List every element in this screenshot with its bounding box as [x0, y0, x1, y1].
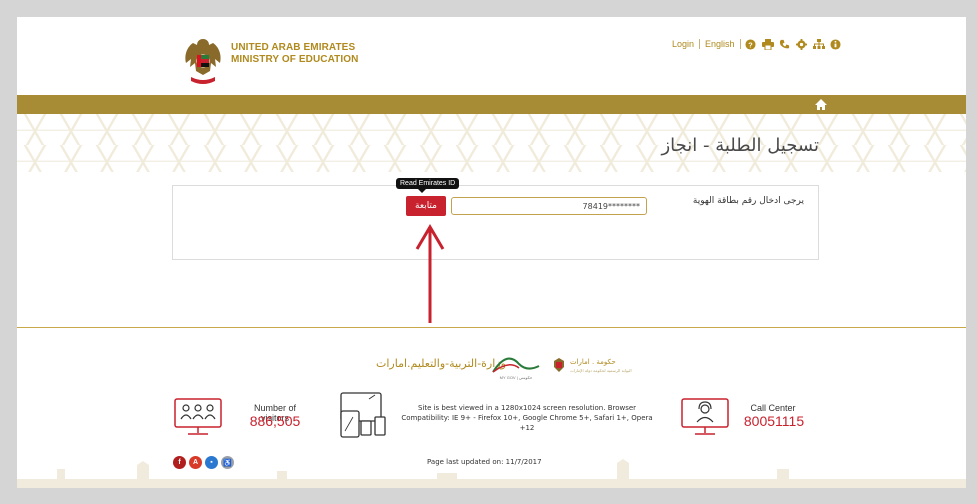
- continue-button[interactable]: متابعة: [406, 196, 446, 216]
- print-icon[interactable]: [761, 37, 775, 51]
- annotation-arrow: [415, 224, 445, 323]
- page-title: تسجيل الطلبة - انجاز: [661, 135, 819, 156]
- emirates-id-input[interactable]: [451, 197, 647, 215]
- call-center-icon: [681, 398, 729, 435]
- gov-emblem-icon: [554, 358, 564, 372]
- info-icon[interactable]: [829, 37, 843, 51]
- settings-icon[interactable]: [795, 37, 809, 51]
- brand-name: UNITED ARAB EMIRATES MINISTRY OF EDUCATI…: [231, 42, 358, 66]
- emirates-id-label: يرجى ادخال رقم بطاقة الهوية: [692, 196, 804, 206]
- page: UNITED ARAB EMIRATES MINISTRY OF EDUCATI…: [17, 17, 966, 488]
- brand-line-1: UNITED ARAB EMIRATES: [231, 42, 356, 53]
- home-icon[interactable]: [814, 98, 828, 111]
- read-emirates-id-tooltip: Read Emirates ID: [396, 178, 460, 193]
- language-link[interactable]: English: [700, 39, 741, 49]
- footer-divider: [17, 327, 966, 328]
- brand-line-2: MINISTRY OF EDUCATION: [231, 54, 359, 65]
- skyline-decoration: [17, 459, 966, 488]
- uae-emblem-logo[interactable]: [181, 35, 225, 87]
- ministry-domain-logo[interactable]: وزارة-التربية-والتعليم.امارات: [376, 357, 506, 370]
- devices-icon: [340, 392, 386, 438]
- mygov-logo[interactable]: MY GOV | حكومتي: [489, 348, 543, 382]
- svg-text:?: ?: [748, 40, 753, 49]
- visitors-count: 886,505: [249, 413, 301, 429]
- gov-portal-logo[interactable]: حكومة . امارات: [570, 358, 616, 366]
- emirates-id-form: يرجى ادخال رقم بطاقة الهوية متابعة: [172, 185, 819, 260]
- mygov-label: MY GOV | حكومتي: [500, 375, 533, 380]
- sitemap-icon[interactable]: [812, 37, 826, 51]
- visitors-icon: [174, 398, 222, 435]
- browser-compatibility-note: Site is best viewed in a 1280x1024 scree…: [401, 404, 653, 432]
- gov-portal-subtitle: البوابة الرسمية لحكومة دولة الإمارات: [570, 368, 632, 373]
- main-nav-bar: [17, 95, 966, 114]
- help-icon[interactable]: ?: [744, 37, 758, 51]
- phone-icon[interactable]: [778, 37, 792, 51]
- top-utility-bar: Login English ?: [667, 37, 843, 51]
- login-link[interactable]: Login: [667, 39, 701, 49]
- call-center-number[interactable]: 80051115: [729, 413, 819, 429]
- call-center-label: Call Center: [750, 403, 796, 413]
- title-banner-pattern: [17, 114, 966, 172]
